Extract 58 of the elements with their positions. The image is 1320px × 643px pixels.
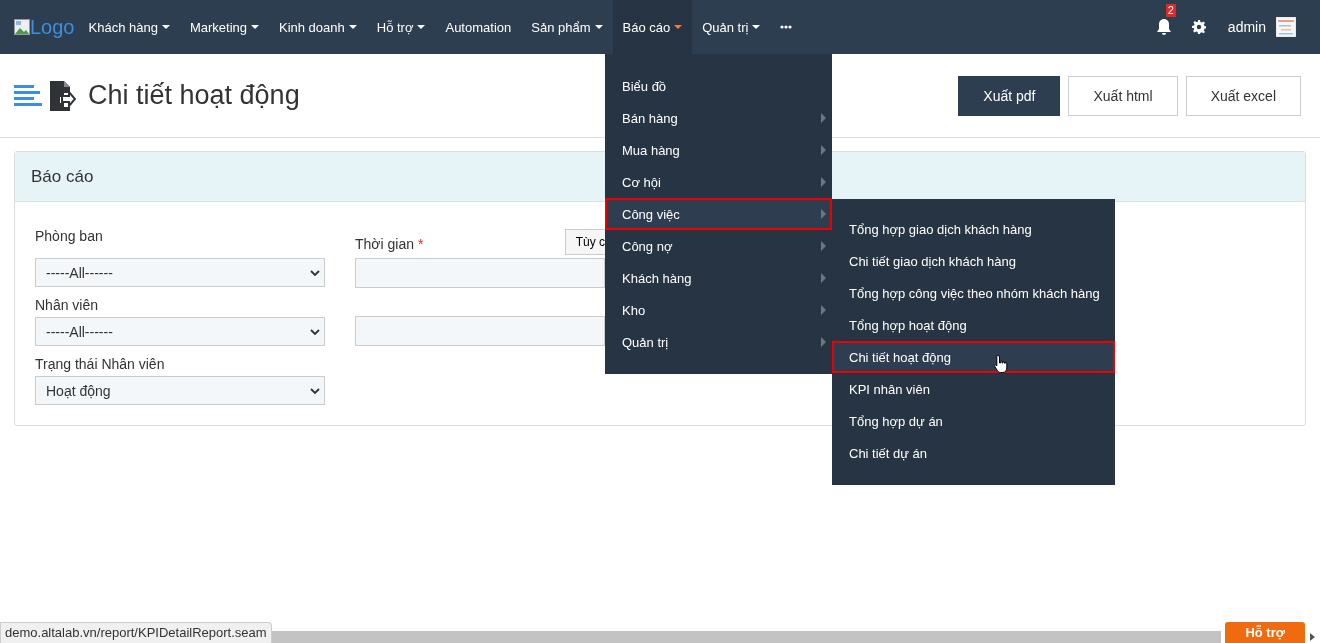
time-option-button[interactable]: Tùy c	[564, 229, 605, 255]
submenu-item[interactable]: Chi tiết hoạt động	[832, 341, 1115, 373]
bell-icon	[1155, 18, 1172, 36]
input-field[interactable]	[355, 258, 605, 288]
export-button[interactable]: Xuất html	[1068, 75, 1178, 116]
page-title: Chi tiết hoạt động	[88, 80, 300, 111]
menu-item[interactable]: Quản trị	[605, 326, 832, 358]
field-label: Thời gian	[355, 236, 414, 252]
nav-menu-item[interactable]: Marketing	[179, 0, 269, 54]
menu-item[interactable]: Cơ hội	[605, 166, 832, 198]
more-dots-icon	[780, 25, 793, 29]
menu-item[interactable]: Biểu đồ	[605, 70, 832, 102]
select-field[interactable]: -----All------	[35, 258, 325, 287]
menu-item[interactable]: Công việc	[605, 198, 832, 230]
menu-item[interactable]: Khách hàng	[605, 262, 832, 294]
nav-menu-item[interactable]: Automation	[435, 0, 522, 54]
submenu-item[interactable]: Chi tiết giao dịch khách hàng	[832, 245, 1115, 277]
submenu-item[interactable]: Tổng hợp công việc theo nhóm khách hàng	[832, 277, 1115, 309]
menu-item[interactable]: Kho	[605, 294, 832, 326]
field-label: Trạng thái Nhân viên	[35, 356, 166, 372]
broken-image-icon	[14, 19, 30, 35]
hand-cursor-icon	[993, 354, 1009, 374]
input-field[interactable]	[355, 316, 605, 346]
list-icon	[14, 83, 42, 108]
chevron-down-icon	[310, 387, 320, 394]
nav-menu-item[interactable]: Báo cáo	[612, 0, 693, 54]
export-button[interactable]: Xuất pdf	[958, 75, 1061, 116]
settings-button[interactable]	[1191, 20, 1206, 34]
avatar-icon	[1276, 17, 1296, 37]
nav-menu-item[interactable]: Kinh doanh	[269, 0, 367, 54]
field-label: Nhân viên	[35, 297, 100, 313]
select-field[interactable]: Hoạt động	[35, 376, 325, 405]
settings-icon	[1191, 20, 1206, 34]
submenu-item[interactable]: Tổng hợp giao dịch khách hàng	[832, 213, 1115, 245]
required-mark: *	[418, 236, 424, 252]
chevron-down-icon	[310, 269, 320, 276]
submenu-item[interactable]: Tổng hợp dự án	[832, 405, 1115, 437]
export-button[interactable]: Xuất excel	[1185, 75, 1301, 116]
nav-menu-item[interactable]: Sản phẩm	[521, 0, 613, 54]
submenu-item[interactable]: KPI nhân viên	[832, 373, 1115, 405]
submenu-item[interactable]: Tổng hợp hoạt động	[832, 309, 1115, 341]
menu-item[interactable]: Mua hàng	[605, 134, 832, 166]
user-menu[interactable]: admin	[1227, 17, 1296, 37]
nav-menu-item[interactable]: Quản trị	[692, 0, 771, 54]
notification-badge: 2	[1165, 4, 1176, 17]
select-field[interactable]: -----All------	[35, 317, 325, 346]
status-url: demo.altalab.vn/report/KPIDetailReport.seam	[0, 622, 272, 643]
scroll-right-icon	[1310, 633, 1315, 641]
file-export-icon	[50, 80, 76, 111]
notification-button[interactable]	[1155, 18, 1172, 36]
panel-title: Báo cáo	[31, 166, 94, 187]
nav-menu-item[interactable]: Khách hàng	[78, 0, 180, 54]
chevron-down-icon	[310, 328, 320, 335]
menu-item[interactable]: Công nợ	[605, 230, 832, 262]
menu-item[interactable]: Bán hàng	[605, 102, 832, 134]
nav-menu-item[interactable]: Hỗ trợ	[366, 0, 436, 54]
submenu-item[interactable]: Chi tiết dự án	[832, 437, 1115, 469]
field-label: Phòng ban	[35, 228, 104, 244]
